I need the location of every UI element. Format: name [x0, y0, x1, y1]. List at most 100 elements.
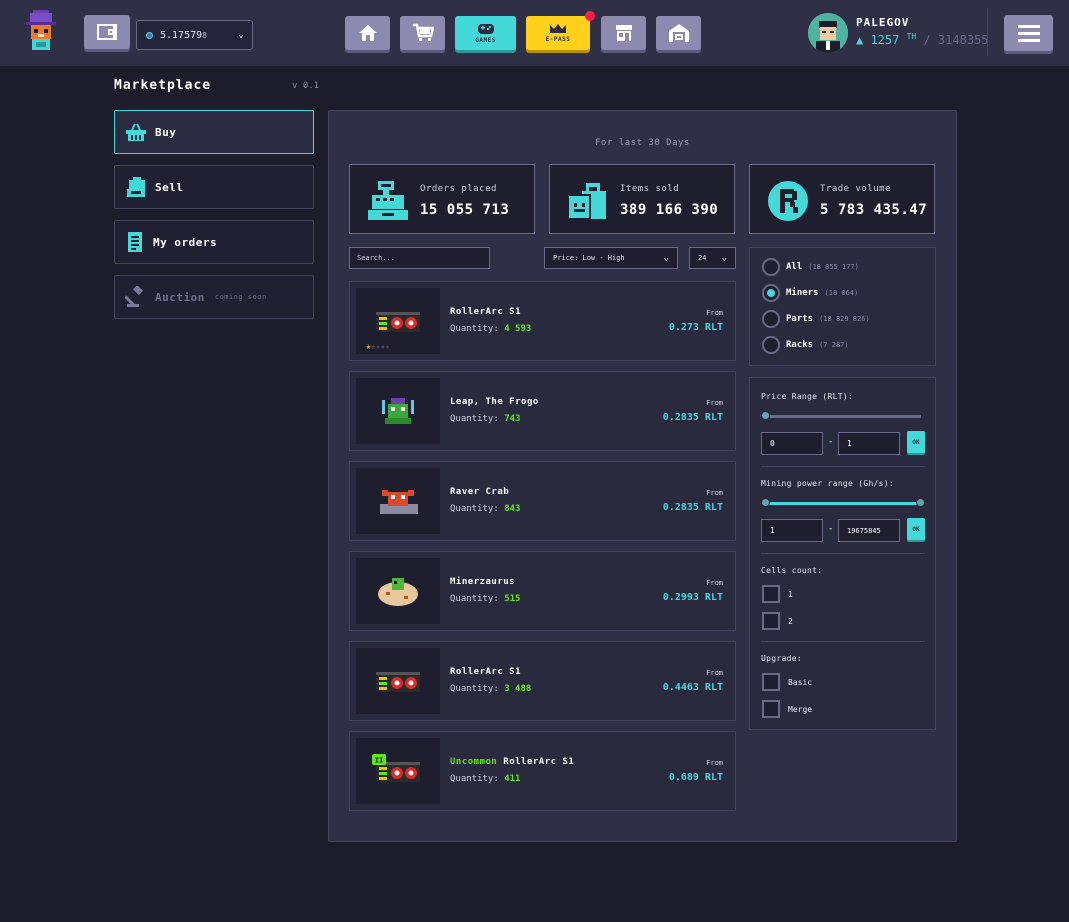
checkbox[interactable] [762, 700, 780, 718]
price-ok-button[interactable]: OK [907, 431, 925, 453]
category-option-all[interactable]: All (18 855 177) [762, 258, 859, 276]
power-max-input[interactable]: 19675845 [838, 519, 900, 542]
marketplace-button[interactable] [601, 16, 646, 50]
notification-dot [585, 11, 595, 21]
per-page-value: 24 [698, 254, 707, 262]
stat-value: 5 783 435.47 [820, 202, 928, 218]
store-button[interactable] [400, 16, 445, 50]
menu-button[interactable] [1004, 15, 1053, 51]
item-quantity: Quantity: 4 593 [450, 324, 532, 334]
sidebar-item-my-orders[interactable]: My orders [114, 220, 314, 264]
power-range-title: Mining power range (Gh/s): [761, 479, 895, 488]
sort-select[interactable]: Price: Low - High ⌄ [544, 247, 678, 269]
dino-miner-icon [378, 578, 418, 606]
list-item[interactable]: RollerArc S1 Quantity: 3 488 From 0.4463… [349, 641, 736, 721]
per-page-select[interactable]: 24 ⌄ [689, 247, 736, 269]
category-label: Parts [786, 314, 814, 324]
price-from-label: From [706, 489, 723, 497]
balance-dropdown[interactable]: 5.175798 ⌄ [136, 20, 253, 50]
slider-handle-min[interactable] [761, 411, 770, 420]
hangar-button[interactable] [656, 16, 701, 50]
rollercoin-logo-icon[interactable] [24, 10, 58, 54]
list-item[interactable]: Leap, The Frogo Quantity: 743 From 0.283… [349, 371, 736, 451]
radio-button[interactable] [762, 284, 780, 302]
top-bar: 5.175798 ⌄ GAMES E-PASS PALEGOV ▲ 1257 T… [0, 0, 1069, 66]
coin-icon [146, 31, 153, 39]
radio-button[interactable] [762, 336, 780, 354]
price-range-slider[interactable] [761, 411, 921, 420]
sidebar-item-label: Auction [155, 290, 205, 304]
epass-label: E-PASS [545, 36, 571, 43]
sort-value: Price: Low - High [553, 254, 625, 262]
gavel-icon [125, 286, 143, 307]
sidebar-item-label: Sell [155, 180, 184, 194]
category-option-racks[interactable]: Racks (7 287) [762, 336, 849, 354]
bag-icon [127, 177, 145, 197]
page-title: Marketplace [114, 78, 212, 93]
upgrade-option-basic[interactable]: Basic [762, 673, 812, 691]
item-quantity: Quantity: 515 [450, 594, 521, 604]
category-count: (18 064) [824, 289, 859, 297]
garage-icon [668, 24, 689, 42]
item-price: 0.2993 RLT [662, 592, 723, 603]
checkbox-label: Merge [788, 704, 813, 714]
sidebar-item-label: My orders [153, 235, 218, 249]
category-label: Miners [786, 288, 819, 298]
power-min-input[interactable]: 1 [761, 519, 823, 542]
cells-option-1[interactable]: 1 [762, 585, 793, 603]
games-label: GAMES [475, 37, 496, 44]
list-item[interactable]: ★★★★★ RollerArc S1 Quantity: 4 593 From … [349, 281, 736, 361]
stat-value: 15 055 713 [420, 202, 510, 218]
checkbox[interactable] [762, 612, 780, 630]
hamburger-icon [1017, 24, 1040, 28]
checkbox[interactable] [762, 673, 780, 691]
home-button[interactable] [345, 16, 390, 50]
slider-handle-min[interactable] [761, 498, 770, 507]
wallet-button[interactable] [84, 15, 130, 49]
sidebar-item-buy[interactable]: Buy [114, 110, 314, 154]
chevron-down-icon: ⌄ [721, 253, 727, 263]
list-item[interactable]: II Uncommon RollerArc S1 Quantity: 411 F… [349, 731, 736, 811]
category-count: (18 829 826) [819, 315, 870, 323]
item-price: 0.689 RLT [668, 772, 723, 783]
price-from-label: From [706, 399, 723, 407]
power-range-slider[interactable] [761, 498, 925, 507]
sidebar-item-sell[interactable]: Sell [114, 165, 314, 209]
slider-handle-max[interactable] [916, 498, 925, 507]
item-quantity: Quantity: 843 [450, 504, 521, 514]
radio-button[interactable] [762, 258, 780, 276]
rating-stars: ★★★★★ [366, 342, 391, 351]
divider [761, 553, 925, 554]
category-count: (18 855 177) [808, 263, 859, 271]
list-item[interactable]: Raver Crab Quantity: 843 From 0.2835 RLT [349, 461, 736, 541]
rarity-badge-text: II [375, 757, 383, 765]
balance-value: 5.175798 [160, 29, 207, 41]
cells-option-2[interactable]: 2 [762, 612, 793, 630]
user-name[interactable]: PALEGOV [856, 16, 909, 29]
item-price: 0.2835 RLT [662, 502, 723, 513]
radio-button[interactable] [762, 310, 780, 328]
price-max-input[interactable]: 1 [838, 432, 900, 455]
item-quantity: Quantity: 3 488 [450, 684, 532, 694]
advanced-filters: Price Range (RLT): 0 - 1 OK Mining power… [749, 377, 936, 730]
category-option-parts[interactable]: Parts (18 829 826) [762, 310, 870, 328]
power-ok-button[interactable]: OK [907, 518, 925, 540]
stat-value: 389 166 390 [620, 202, 719, 218]
category-option-miners[interactable]: Miners (18 064) [762, 284, 858, 302]
avatar-image [808, 13, 848, 53]
search-input[interactable] [349, 247, 490, 269]
checkbox[interactable] [762, 585, 780, 603]
stat-label: Orders placed [420, 184, 497, 194]
epass-button[interactable]: E-PASS [526, 11, 595, 50]
rlt-coin-icon [768, 181, 808, 221]
item-thumbnail [356, 558, 440, 624]
games-button[interactable]: GAMES [455, 16, 516, 50]
avatar[interactable] [808, 13, 848, 53]
chevron-down-icon: ⌄ [237, 29, 244, 40]
item-thumbnail: II [356, 738, 440, 804]
range-dash: - [828, 524, 834, 534]
upgrade-option-merge[interactable]: Merge [762, 700, 812, 718]
list-item[interactable]: Minerzaurus Quantity: 515 From 0.2993 RL… [349, 551, 736, 631]
list-icon [128, 232, 142, 252]
price-min-input[interactable]: 0 [761, 432, 823, 455]
